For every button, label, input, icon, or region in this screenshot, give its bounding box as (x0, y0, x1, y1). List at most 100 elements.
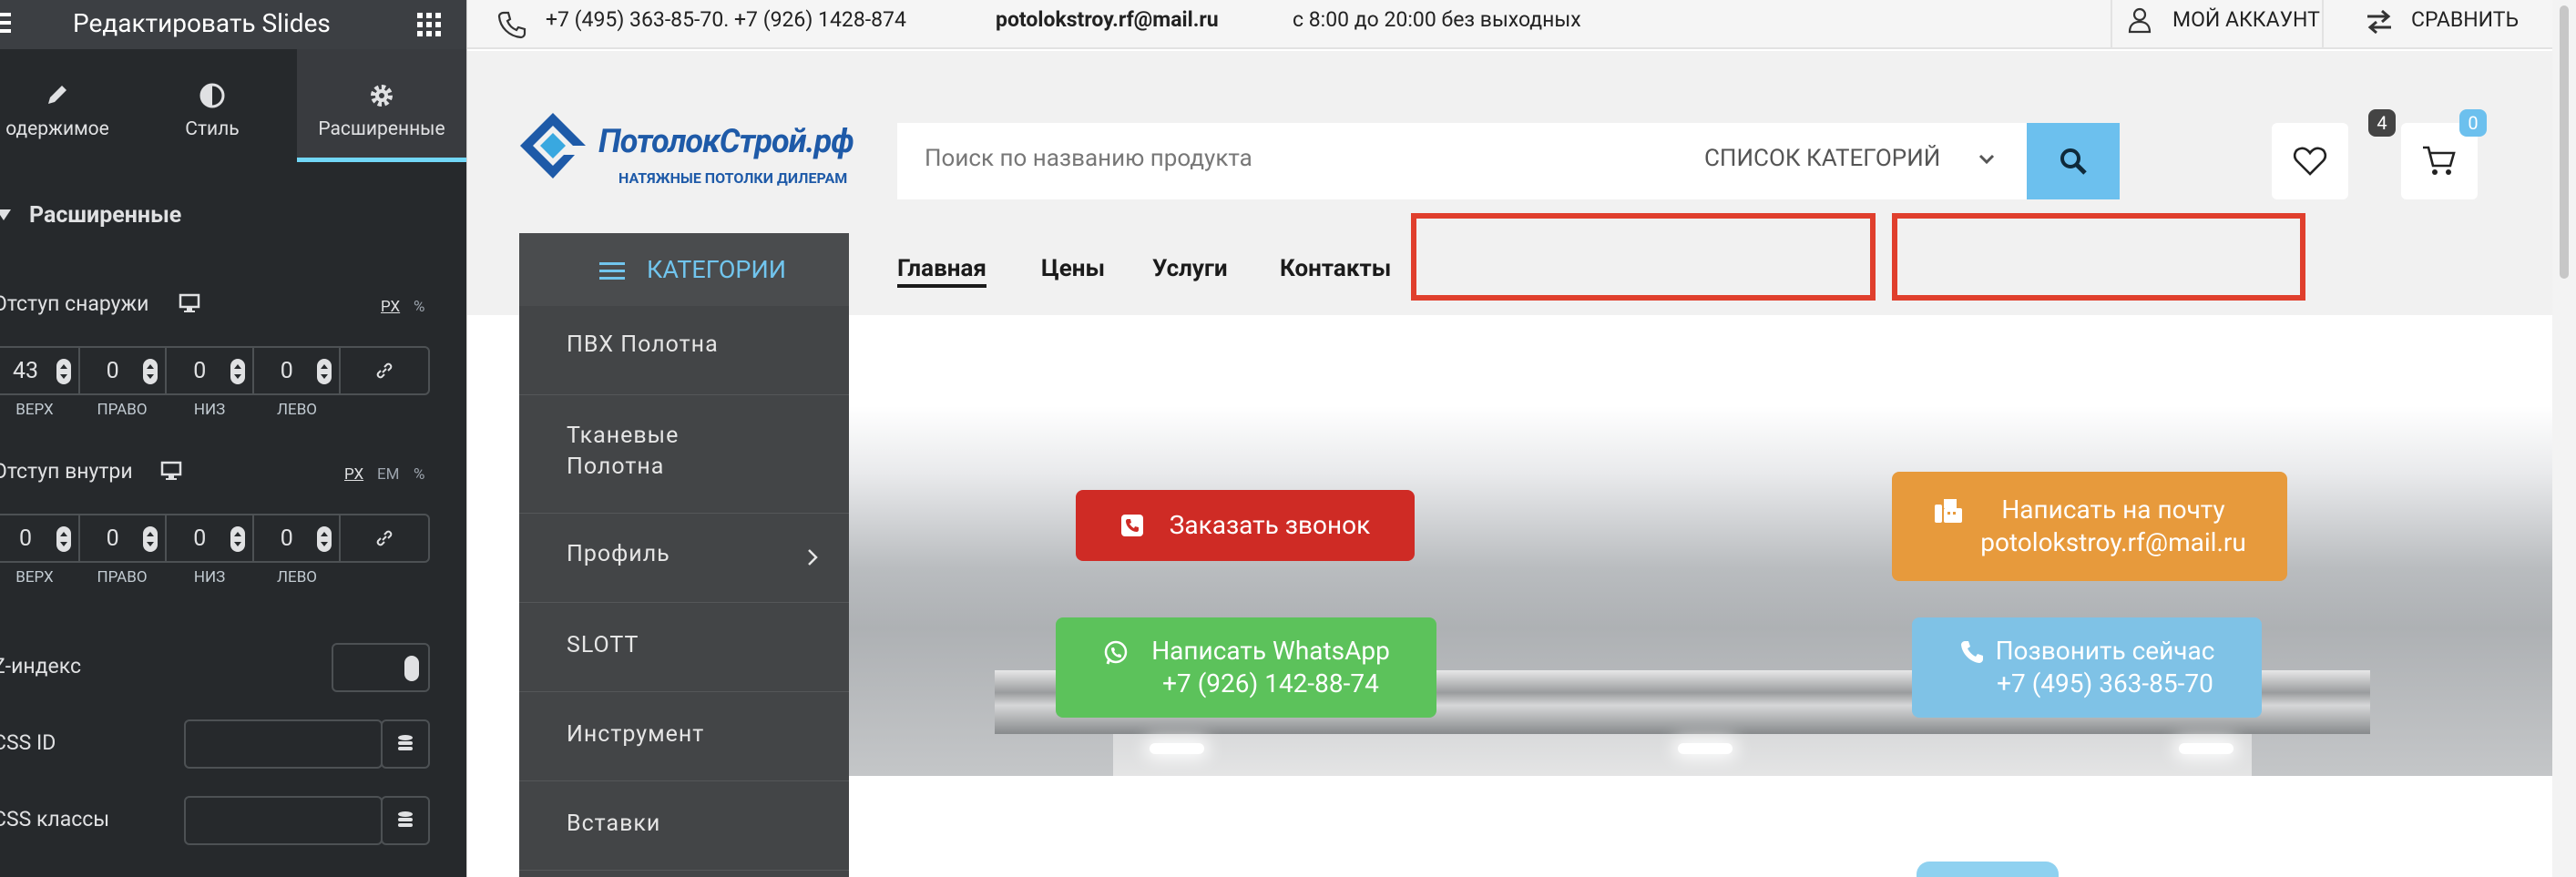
unit-em[interactable]: EM (377, 465, 400, 484)
logo-tagline: НАТЯЖНЫЕ ПОТОЛКИ ДИЛЕРАМ (618, 169, 848, 187)
link-values-icon[interactable] (341, 515, 428, 561)
account-link[interactable]: МОЙ АККАУНТ (2172, 7, 2320, 32)
padding-bottom-input[interactable]: 0 (167, 515, 254, 561)
stepper-icon[interactable] (143, 359, 158, 384)
unit-px[interactable]: PX (344, 465, 363, 484)
category-select[interactable]: СПИСОК КАТЕГОРИЙ (1704, 145, 1940, 172)
stepper-icon[interactable] (143, 526, 158, 552)
search-input[interactable]: Поиск по названию продукта (925, 145, 1252, 172)
tab-advanced[interactable]: Расширенные (297, 49, 466, 162)
wishlist-count-badge: 4 (2368, 109, 2396, 137)
site-logo[interactable]: ПотолокСтрой.рф НАТЯЖНЫЕ ПОТОЛКИ ДИЛЕРАМ (518, 60, 855, 188)
category-item[interactable]: Вставки (519, 781, 849, 871)
search-button[interactable] (2027, 123, 2120, 199)
cart-icon (2423, 146, 2456, 175)
margin-top-input[interactable]: 43 (0, 348, 80, 393)
hamburger-icon (599, 260, 625, 284)
email-button-text: Написать на почту potolokstroy.rf@mail.r… (1980, 494, 2246, 559)
unit-percent[interactable]: % (414, 298, 424, 316)
stepper-icon[interactable] (230, 359, 245, 384)
padding-right-input[interactable]: 0 (80, 515, 168, 561)
zindex-input[interactable] (332, 643, 430, 692)
desktop-icon[interactable] (179, 293, 200, 317)
category-item[interactable]: ПВХ Полотна (519, 306, 849, 395)
margin-side-labels: ВЕРХ ПРАВО НИЗ ЛЕВО (15, 401, 317, 419)
margin-dimensions: 43 0 0 0 (0, 346, 430, 395)
css-classes-input[interactable] (184, 796, 383, 845)
elementor-panel: Редактировать Slides одержимое Стиль Рас… (0, 0, 466, 877)
order-call-button[interactable]: Заказать звонок (1076, 490, 1415, 561)
divider (2322, 0, 2324, 49)
link-values-icon[interactable] (341, 348, 428, 393)
menu-icon[interactable] (0, 13, 11, 36)
topbar-email[interactable]: potolokstroy.rf@mail.ru (996, 7, 1219, 32)
panel-tabs: одержимое Стиль Расширенные (0, 49, 466, 162)
call-now-button[interactable]: Позвонить сейчас +7 (495) 363-85-70 (1912, 617, 2262, 718)
email-button-line1: Написать на почту (2001, 495, 2225, 525)
pencil-icon (0, 82, 142, 109)
unit-px[interactable]: PX (381, 298, 400, 316)
dynamic-tags-button[interactable] (381, 796, 430, 845)
wishlist-button[interactable] (2272, 123, 2348, 199)
topbar-phones[interactable]: +7 (495) 363-85-70. +7 (926) 1428-874 (546, 7, 906, 32)
phone-square-icon (1120, 515, 1143, 536)
dynamic-tags-button[interactable] (381, 719, 430, 769)
tab-advanced-label: Расширенные (318, 118, 445, 140)
panel-header: Редактировать Slides (0, 0, 466, 49)
unit-percent[interactable]: % (414, 465, 424, 484)
nav-contacts[interactable]: Контакты (1280, 255, 1391, 282)
nav-services[interactable]: Услуги (1152, 255, 1228, 282)
gear-icon (297, 82, 466, 109)
nav-home[interactable]: Главная (897, 255, 986, 288)
category-item[interactable]: SLOTT (519, 603, 849, 692)
category-item[interactable]: Инструмент (519, 692, 849, 781)
padding-side-labels: ВЕРХ ПРАВО НИЗ ЛЕВО (15, 568, 317, 586)
product-search: Поиск по названию продукта СПИСОК КАТЕГО… (897, 123, 2092, 199)
scroll-top-button[interactable] (1917, 862, 2059, 877)
chevron-down-icon (1978, 152, 1996, 169)
stepper-icon[interactable] (56, 526, 71, 552)
email-button[interactable]: Написать на почту potolokstroy.rf@mail.r… (1892, 472, 2287, 581)
stepper-icon[interactable] (317, 359, 332, 384)
half-circle-icon (128, 82, 297, 109)
tab-style[interactable]: Стиль (128, 49, 297, 162)
section-advanced-header[interactable]: Расширенные (0, 189, 466, 244)
page-scrollbar[interactable] (2552, 0, 2576, 877)
whatsapp-button-text: Написать WhatsApp +7 (926) 142-88-74 (1151, 635, 1390, 700)
categories-menu: КАТЕГОРИИ ПВХ Полотна Тканевые Полотна П… (519, 233, 849, 877)
top-bar: +7 (495) 363-85-70. +7 (926) 1428-874 po… (467, 0, 2552, 49)
category-item[interactable]: Тканевые Полотна (519, 395, 849, 514)
stepper-icon[interactable] (230, 526, 245, 552)
category-item[interactable]: Профиль (519, 514, 849, 603)
padding-left-input[interactable]: 0 (254, 515, 342, 561)
tab-style-label: Стиль (185, 118, 240, 140)
desktop-icon[interactable] (160, 461, 182, 484)
section-title: Расширенные (29, 202, 182, 229)
margin-right-input[interactable]: 0 (80, 348, 168, 393)
cart-count-badge: 0 (2459, 109, 2487, 137)
scrollbar-thumb[interactable] (2560, 5, 2569, 279)
padding-top-input[interactable]: 0 (0, 515, 80, 561)
categories-title: КАТЕГОРИИ (647, 255, 786, 284)
database-icon (398, 735, 413, 750)
margin-left-input[interactable]: 0 (254, 348, 342, 393)
margin-label: Отступ снаружи (0, 291, 149, 316)
zindex-label: Z-индекс (0, 654, 82, 678)
heart-icon (2293, 147, 2327, 176)
fax-icon (1935, 499, 1963, 523)
compare-link[interactable]: СРАВНИТЬ (2411, 7, 2519, 32)
stepper-icon[interactable] (404, 656, 419, 681)
css-id-input[interactable] (184, 719, 383, 769)
categories-header[interactable]: КАТЕГОРИИ (519, 233, 849, 306)
apps-grid-icon[interactable] (417, 13, 441, 36)
stepper-icon[interactable] (317, 526, 332, 552)
tab-content[interactable]: одержимое (0, 49, 142, 162)
margin-bottom-input[interactable]: 0 (167, 348, 254, 393)
whatsapp-button[interactable]: Написать WhatsApp +7 (926) 142-88-74 (1056, 617, 1436, 718)
phone-icon (496, 9, 527, 44)
nav-prices[interactable]: Цены (1041, 255, 1105, 282)
call-now-button-text: Позвонить сейчас +7 (495) 363-85-70 (1996, 635, 2215, 700)
stepper-icon[interactable] (56, 359, 71, 384)
chevron-right-icon (807, 548, 818, 570)
whatsapp-button-line2: +7 (926) 142-88-74 (1162, 668, 1379, 699)
